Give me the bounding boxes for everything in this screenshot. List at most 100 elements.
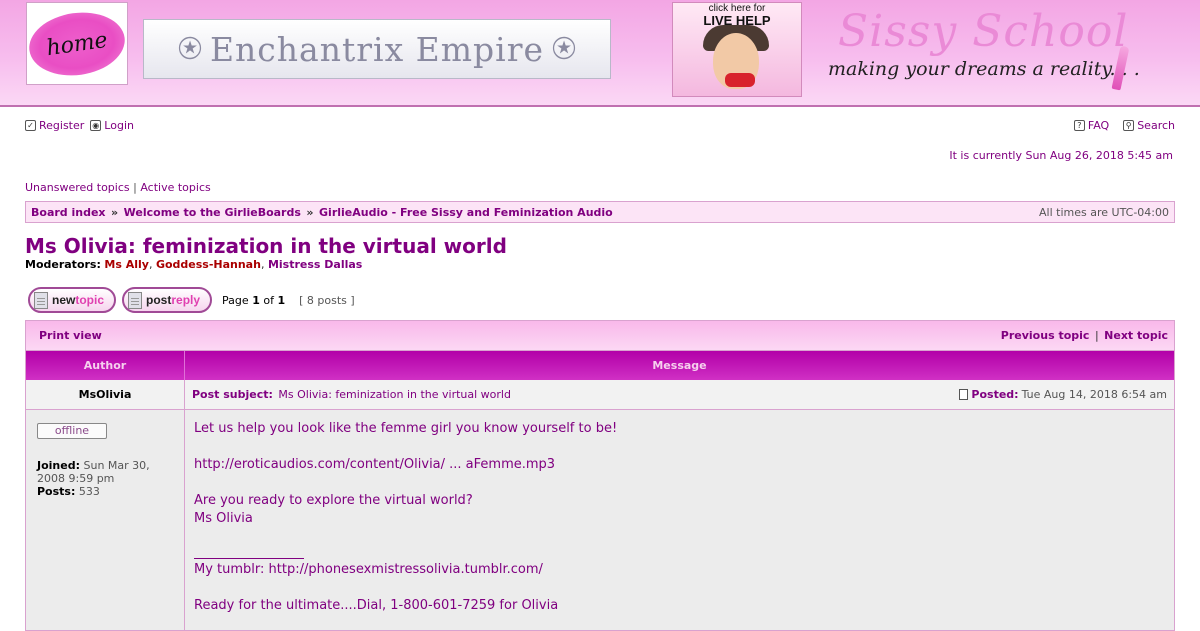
document-icon bbox=[34, 291, 48, 309]
post-reply-button[interactable]: postreply bbox=[122, 287, 213, 313]
login-icon: ◉ bbox=[90, 120, 102, 131]
unanswered-topics-link[interactable]: Unanswered topics bbox=[25, 181, 130, 194]
topic-nav-bar: Print view Previous topic | Next topic bbox=[26, 321, 1174, 351]
search-link[interactable]: ⚲ Search bbox=[1123, 119, 1175, 132]
breadcrumb-trail: Board index » Welcome to the GirlieBoard… bbox=[31, 206, 613, 219]
new-topic-label-a: new bbox=[52, 293, 76, 307]
joined-label: Joined: bbox=[37, 459, 80, 472]
live-help-text: click here for LIVE HELP bbox=[673, 4, 801, 28]
home-logo-text: home bbox=[44, 26, 110, 61]
new-topic-label-b: topic bbox=[75, 293, 105, 307]
post-subject: Post subject: Ms Olivia: feminization in… bbox=[192, 388, 511, 401]
posts-info: Posts: 533 bbox=[37, 485, 173, 498]
post-subject-link[interactable]: Ms Olivia: feminization in the virtual w… bbox=[278, 388, 511, 401]
page-title[interactable]: Ms Olivia: feminization in the virtual w… bbox=[25, 234, 507, 258]
post-text: Ms Olivia bbox=[194, 511, 253, 526]
celtic-knot-icon: ⍟ bbox=[552, 26, 577, 72]
lips-logo-icon: home bbox=[25, 6, 129, 81]
user-nav: ✓ Register ◉ Login ? FAQ ⚲ Search bbox=[25, 119, 1175, 132]
page-of: of bbox=[263, 293, 274, 307]
sissy-school-tagline: making your dreams a reality. . . bbox=[828, 58, 1140, 80]
breadcrumb: Board index » Welcome to the GirlieBoard… bbox=[25, 201, 1175, 223]
breadcrumb-separator: » bbox=[111, 205, 119, 219]
new-topic-button[interactable]: newtopic bbox=[28, 287, 117, 313]
next-topic-link[interactable]: Next topic bbox=[1104, 329, 1168, 342]
print-view-link[interactable]: Print view bbox=[39, 329, 102, 342]
post-text: Are you ready to explore the virtual wor… bbox=[194, 493, 473, 508]
post-header-row: MsOlivia Post subject: Ms Olivia: femini… bbox=[26, 380, 1174, 410]
posts-label: Posts: bbox=[37, 485, 76, 498]
sissy-school-banner[interactable]: Sissy School making your dreams a realit… bbox=[820, 6, 1140, 96]
posted-date: Tue Aug 14, 2018 6:54 am bbox=[1021, 388, 1167, 401]
enchantrix-banner-link[interactable]: ⍟ Enchantrix Empire ⍟ bbox=[143, 19, 611, 79]
post-link-icon[interactable] bbox=[959, 389, 969, 400]
register-label: Register bbox=[39, 119, 85, 132]
post-author: MsOlivia bbox=[26, 380, 185, 409]
celtic-knot-icon: ⍟ bbox=[177, 26, 202, 72]
post-reply-label-a: post bbox=[146, 293, 172, 307]
search-label: Search bbox=[1137, 119, 1175, 132]
nav-left: ✓ Register ◉ Login bbox=[25, 119, 134, 132]
joined-info: Joined: Sun Mar 30, 2008 9:59 pm bbox=[37, 459, 173, 485]
signature-label: My tumblr: bbox=[194, 562, 269, 577]
topic-actions: newtopic postreply Page 1 of 1 [ 8 posts… bbox=[28, 287, 355, 313]
home-logo-link[interactable]: home bbox=[25, 2, 129, 85]
moderator-link[interactable]: Goddess-Hannah bbox=[156, 258, 261, 271]
table-header: Author Message bbox=[26, 351, 1174, 380]
quick-links-separator: | bbox=[133, 181, 137, 194]
post-body-row: offline Joined: Sun Mar 30, 2008 9:59 pm… bbox=[26, 410, 1174, 630]
page-total: 1 bbox=[277, 293, 286, 307]
author-column-header: Author bbox=[26, 351, 185, 380]
banner-title: Enchantrix Empire bbox=[209, 29, 545, 69]
message-column-header: Message bbox=[652, 359, 707, 372]
breadcrumb-welcome[interactable]: Welcome to the GirlieBoards bbox=[124, 206, 301, 219]
faq-link[interactable]: ? FAQ bbox=[1073, 119, 1110, 132]
post-audio-link[interactable]: http://eroticaudios.com/content/Olivia/ … bbox=[194, 457, 555, 472]
site-header: home ⍟ Enchantrix Empire ⍟ click here fo… bbox=[0, 0, 1200, 107]
register-link[interactable]: ✓ Register bbox=[25, 119, 84, 132]
post-date: Posted: Tue Aug 14, 2018 6:54 am bbox=[959, 388, 1167, 401]
phone-icon bbox=[725, 73, 755, 87]
nav-right: ? FAQ ⚲ Search bbox=[1073, 119, 1175, 132]
moderator-link[interactable]: Ms Ally bbox=[104, 258, 149, 271]
page-prefix: Page bbox=[222, 293, 249, 307]
login-label: Login bbox=[104, 119, 134, 132]
moderator-link[interactable]: Mistress Dallas bbox=[268, 258, 362, 271]
pagination: Page 1 of 1 bbox=[222, 294, 285, 307]
breadcrumb-board-index[interactable]: Board index bbox=[31, 206, 106, 219]
faq-label: FAQ bbox=[1087, 119, 1110, 132]
live-help-banner[interactable]: click here for LIVE HELP bbox=[672, 2, 802, 97]
post-count: [ 8 posts ] bbox=[299, 293, 355, 307]
tumblr-link[interactable]: http://phonesexmistressolivia.tumblr.com… bbox=[269, 562, 543, 577]
posted-label: Posted: bbox=[971, 388, 1019, 401]
signature-line: My tumblr: http://phonesexmistressolivia… bbox=[194, 561, 1165, 579]
search-icon: ⚲ bbox=[1123, 120, 1135, 131]
post-subject-label: Post subject: bbox=[192, 388, 273, 401]
online-status-badge: offline bbox=[37, 423, 107, 439]
author-profile: offline Joined: Sun Mar 30, 2008 9:59 pm… bbox=[26, 410, 185, 630]
signature-text: Ready for the ultimate....Dial, 1-800-60… bbox=[194, 598, 559, 613]
active-topics-link[interactable]: Active topics bbox=[140, 181, 210, 194]
faq-icon: ? bbox=[1073, 120, 1085, 131]
quick-links: Unanswered topics | Active topics bbox=[25, 181, 211, 194]
posts-value: 533 bbox=[78, 485, 100, 498]
signature-divider bbox=[194, 558, 304, 559]
page-current: 1 bbox=[252, 293, 260, 307]
moderators-label: Moderators: bbox=[25, 258, 101, 271]
topic-nav-links: Previous topic | Next topic bbox=[1001, 329, 1168, 342]
document-icon bbox=[128, 291, 143, 309]
login-link[interactable]: ◉ Login bbox=[90, 119, 134, 132]
breadcrumb-girlieaudio[interactable]: GirlieAudio - Free Sissy and Feminizatio… bbox=[319, 206, 613, 219]
register-icon: ✓ bbox=[25, 120, 36, 131]
sissy-school-title: Sissy School bbox=[838, 6, 1129, 57]
previous-topic-link[interactable]: Previous topic bbox=[1001, 329, 1090, 342]
post-table: Print view Previous topic | Next topic A… bbox=[25, 320, 1175, 631]
post-text: Let us help you look like the femme girl… bbox=[194, 421, 618, 436]
current-time: It is currently Sun Aug 26, 2018 5:45 am bbox=[949, 149, 1173, 162]
timezone-note: All times are UTC-04:00 bbox=[1039, 205, 1169, 219]
post-content: Let us help you look like the femme girl… bbox=[185, 410, 1174, 630]
post-meta: Post subject: Ms Olivia: feminization in… bbox=[185, 380, 1174, 409]
topic-nav-separator: | bbox=[1094, 329, 1099, 342]
moderators-line: Moderators: Ms Ally, Goddess-Hannah, Mis… bbox=[25, 258, 363, 271]
post-reply-label-b: reply bbox=[171, 293, 201, 307]
